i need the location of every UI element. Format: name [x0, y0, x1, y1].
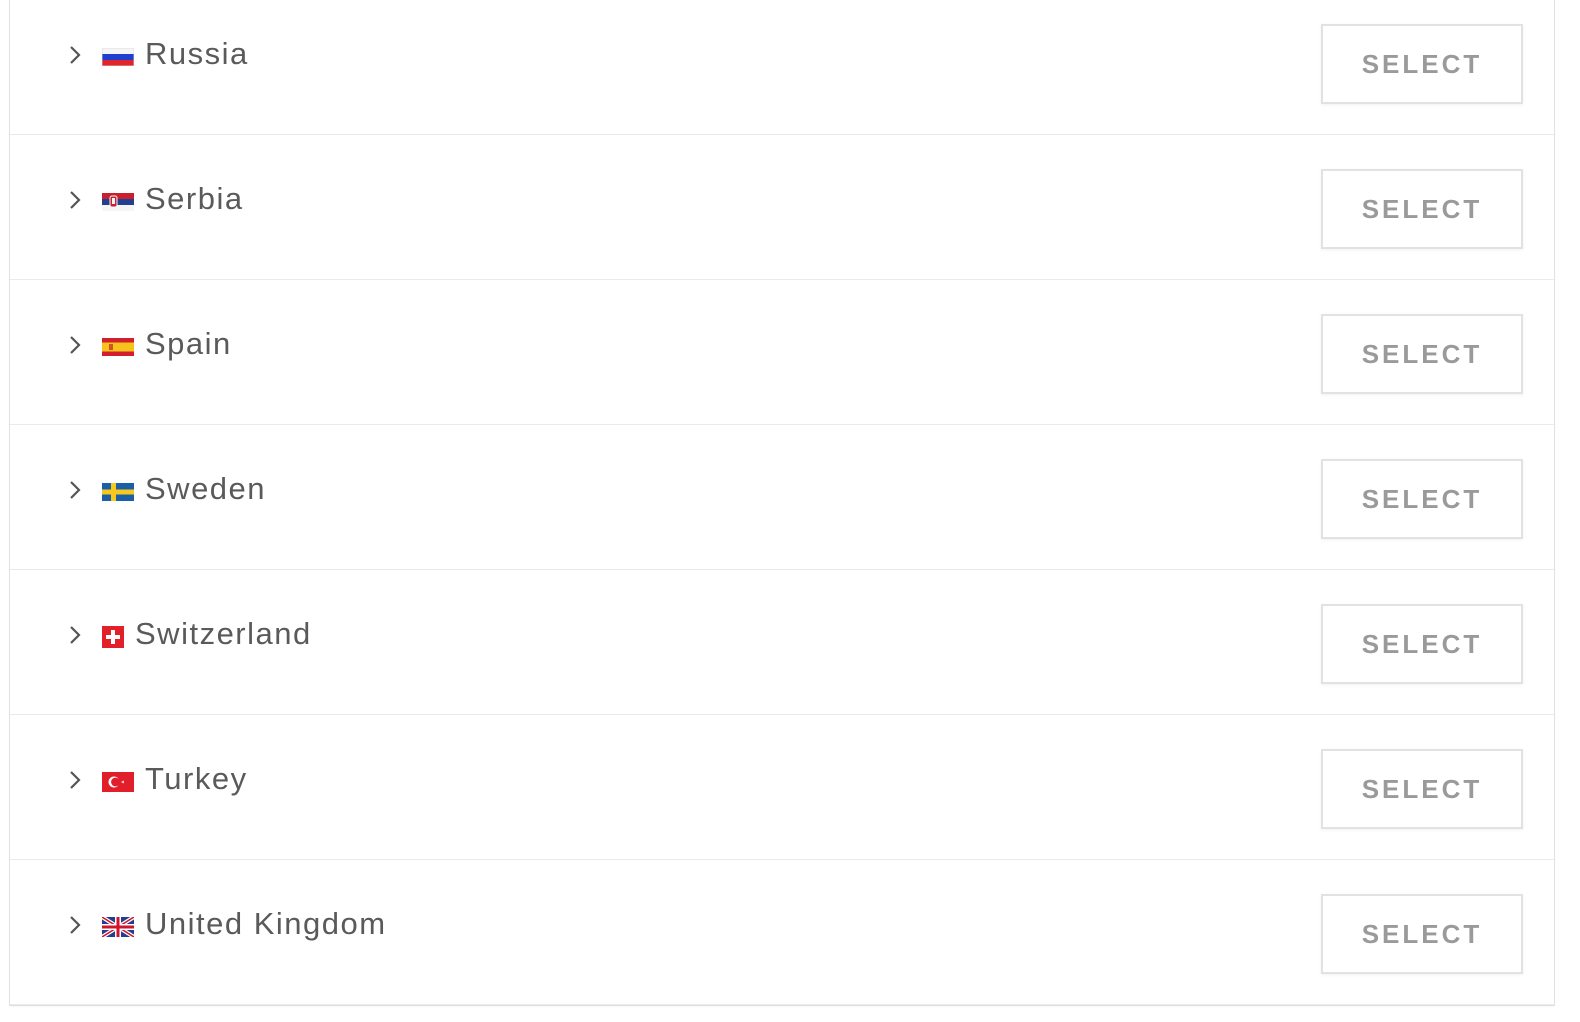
chevron-right-icon[interactable] — [68, 190, 82, 210]
country-name: Russia — [145, 36, 249, 71]
chevron-right-icon[interactable] — [68, 625, 82, 645]
country-name: Switzerland — [135, 616, 312, 651]
select-button-sweden[interactable]: SELECT — [1321, 459, 1523, 539]
select-button-russia[interactable]: SELECT — [1321, 24, 1523, 104]
spain-flag-icon — [102, 338, 134, 356]
country-name: Turkey — [145, 761, 248, 796]
country-row-sweden[interactable]: Sweden SELECT — [10, 425, 1554, 570]
country-row-united-kingdom[interactable]: United Kingdom SELECT — [10, 860, 1554, 1005]
chevron-right-icon[interactable] — [68, 770, 82, 790]
country-list: Russia SELECT Serbia SELECT Spain SELECT… — [9, 0, 1555, 1006]
country-name: United Kingdom — [145, 906, 387, 941]
sweden-flag-icon — [102, 483, 134, 501]
select-button-serbia[interactable]: SELECT — [1321, 169, 1523, 249]
turkey-flag-icon — [102, 772, 134, 792]
country-row-turkey[interactable]: Turkey SELECT — [10, 715, 1554, 860]
select-button-turkey[interactable]: SELECT — [1321, 749, 1523, 829]
country-row-russia[interactable]: Russia SELECT — [10, 0, 1554, 135]
country-name: Spain — [145, 326, 232, 361]
select-button-switzerland[interactable]: SELECT — [1321, 604, 1523, 684]
russia-flag-icon — [102, 48, 134, 66]
country-name: Serbia — [145, 181, 244, 216]
country-name: Sweden — [145, 471, 267, 506]
serbia-flag-icon — [102, 193, 134, 211]
united-kingdom-flag-icon — [102, 917, 134, 937]
chevron-right-icon[interactable] — [68, 335, 82, 355]
select-button-spain[interactable]: SELECT — [1321, 314, 1523, 394]
switzerland-flag-icon — [102, 626, 124, 648]
chevron-right-icon[interactable] — [68, 915, 82, 935]
country-row-serbia[interactable]: Serbia SELECT — [10, 135, 1554, 280]
chevron-right-icon[interactable] — [68, 45, 82, 65]
select-button-united-kingdom[interactable]: SELECT — [1321, 894, 1523, 974]
country-row-spain[interactable]: Spain SELECT — [10, 280, 1554, 425]
chevron-right-icon[interactable] — [68, 480, 82, 500]
country-row-switzerland[interactable]: Switzerland SELECT — [10, 570, 1554, 715]
